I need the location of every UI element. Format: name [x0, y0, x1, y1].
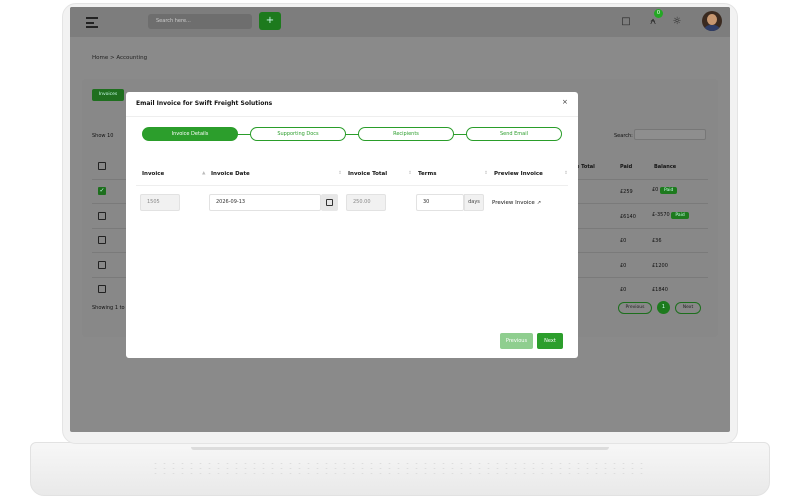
- pagination-next-button[interactable]: Next: [675, 302, 701, 314]
- search-input[interactable]: Search here...: [148, 14, 252, 29]
- step-supporting-docs[interactable]: Supporting Docs: [250, 127, 346, 141]
- divider: [126, 116, 578, 117]
- col-invoice-total-header[interactable]: Invoice Total: [348, 171, 387, 177]
- laptop-lip: [191, 447, 609, 450]
- theme-toggle-icon[interactable]: ☼: [671, 15, 683, 29]
- col-balance-header: Balance: [654, 164, 677, 170]
- stepper: Invoice Details Supporting Docs Recipien…: [142, 127, 562, 141]
- terms-field[interactable]: 30: [416, 194, 464, 211]
- balance-cell: £1200: [652, 263, 668, 269]
- row-checkbox[interactable]: ✓: [98, 187, 106, 195]
- divider: [136, 185, 568, 186]
- email-invoice-modal: Email Invoice for Swift Freight Solution…: [126, 92, 578, 358]
- status-badge: Paid: [659, 187, 678, 194]
- paid-cell: £6140: [620, 214, 636, 220]
- avatar[interactable]: [702, 11, 722, 31]
- step-invoice-details[interactable]: Invoice Details: [142, 127, 238, 141]
- col-paid-header: Paid: [620, 164, 633, 170]
- tab-invoices[interactable]: Invoices: [92, 89, 124, 101]
- terms-unit: days: [464, 194, 484, 211]
- col-total-header: e Total: [576, 164, 595, 170]
- sort-icon[interactable]: ⇕: [484, 171, 488, 176]
- sort-icon[interactable]: ⇕: [408, 171, 412, 176]
- menu-icon[interactable]: [86, 17, 98, 31]
- calendar-icon: [326, 199, 333, 206]
- calendar-button[interactable]: [321, 194, 338, 211]
- invoice-number-field: 1505: [140, 194, 180, 211]
- table-search-input[interactable]: [634, 129, 706, 140]
- preview-invoice-link[interactable]: Preview Invoice ↗: [492, 200, 541, 206]
- row-checkbox[interactable]: [98, 236, 106, 244]
- add-button[interactable]: +: [259, 12, 281, 30]
- previous-button[interactable]: Previous: [500, 333, 533, 349]
- sort-icon[interactable]: ▲: [202, 171, 205, 176]
- pagination-previous-button[interactable]: Previous: [618, 302, 652, 314]
- paid-cell: £259: [620, 189, 633, 195]
- status-badge: Paid: [671, 212, 689, 219]
- showing-entries-label: Showing 1 to: [92, 305, 125, 311]
- external-link-icon: ↗: [536, 200, 542, 206]
- laptop-speaker-grille: [151, 461, 649, 475]
- show-entries-label: Show 10: [92, 133, 114, 139]
- paid-cell: £0: [620, 238, 627, 244]
- laptop-base: [30, 442, 770, 496]
- step-recipients[interactable]: Recipients: [358, 127, 454, 141]
- sort-icon[interactable]: ⇕: [338, 171, 342, 176]
- close-icon[interactable]: ×: [562, 98, 568, 106]
- pagination-page-1[interactable]: 1: [657, 301, 670, 314]
- row-checkbox[interactable]: [98, 285, 106, 293]
- balance-cell: £1840: [652, 287, 668, 293]
- modal-title: Email Invoice for Swift Freight Solution…: [136, 100, 273, 107]
- select-all-checkbox[interactable]: [98, 162, 106, 170]
- table-search-label: Search:: [614, 133, 633, 139]
- document-icon[interactable]: □: [620, 15, 632, 29]
- next-button[interactable]: Next: [537, 333, 563, 349]
- balance-cell: £36: [652, 238, 662, 244]
- sort-icon[interactable]: ⇕: [564, 171, 568, 176]
- step-send-email[interactable]: Send Email: [466, 127, 562, 141]
- row-checkbox[interactable]: [98, 261, 106, 269]
- top-bar: Search here... + □ ⍲ 0 ☼: [70, 7, 730, 37]
- paid-cell: £0: [620, 287, 627, 293]
- invoice-total-field: 250.00: [346, 194, 386, 211]
- col-invoice-header[interactable]: Invoice: [142, 171, 164, 177]
- breadcrumb: Home > Accounting: [92, 55, 148, 61]
- balance-cell: £0 Paid: [652, 187, 678, 194]
- col-preview-header[interactable]: Preview Invoice: [494, 171, 543, 177]
- col-invoice-date-header[interactable]: Invoice Date: [211, 171, 250, 177]
- app-screen: Search here... + □ ⍲ 0 ☼ Home > Accounti…: [70, 7, 730, 432]
- balance-cell: £-3570 Paid: [652, 212, 689, 219]
- invoice-date-field[interactable]: 2026-09-13: [209, 194, 321, 211]
- notification-badge: 0: [654, 9, 663, 18]
- paid-cell: £0: [620, 263, 627, 269]
- row-checkbox[interactable]: [98, 212, 106, 220]
- col-terms-header[interactable]: Terms: [418, 171, 436, 177]
